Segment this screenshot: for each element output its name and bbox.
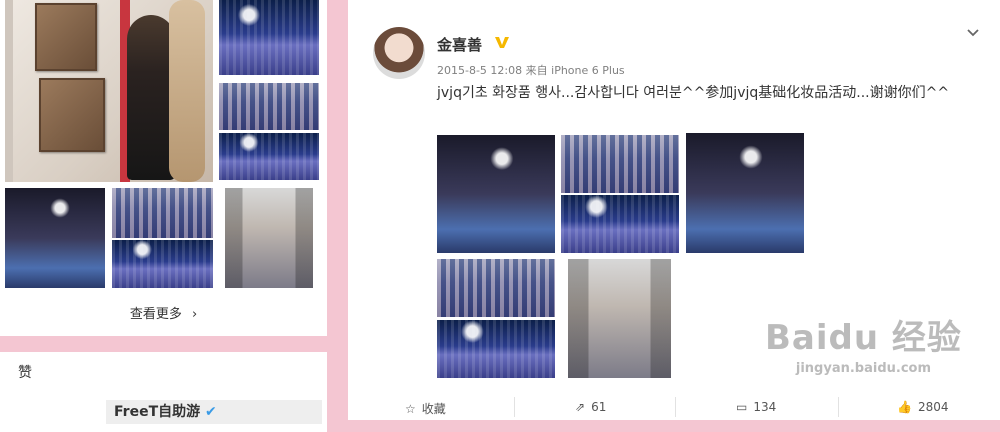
post-image-6[interactable]: [437, 320, 555, 378]
action-divider: [514, 397, 515, 417]
post-meta: 2015-8-5 12:08 来自 iPhone 6 Plus: [437, 62, 625, 78]
post-image-5[interactable]: [437, 259, 555, 317]
view-more-label: 查看更多: [129, 307, 182, 322]
post-text: jvjq기초 화장품 행사...감사합니다 여러분^^参加jvjq基础化妆品活动…: [437, 85, 950, 101]
action-divider: [838, 397, 839, 417]
share-icon: ⇗: [575, 400, 586, 414]
like-section-title: 赞: [18, 365, 32, 381]
post-source[interactable]: iPhone 6 Plus: [551, 64, 625, 77]
baidu-url: jingyan.baidu.com: [795, 361, 932, 376]
star-icon: ☆: [405, 401, 416, 416]
thumb-stage-people[interactable]: [225, 188, 313, 288]
post-username[interactable]: 金喜善: [437, 34, 482, 55]
thumb-crowd-5[interactable]: [112, 240, 213, 288]
post-image-7[interactable]: [568, 259, 671, 378]
post-timestamp[interactable]: 2015-8-5 12:08: [437, 64, 522, 77]
thumb-crowd-4[interactable]: [112, 188, 213, 238]
like-button[interactable]: 👍 2804: [897, 400, 949, 414]
freet-label: FreeT自助游: [114, 404, 201, 420]
thumbs-up-icon: 👍: [897, 400, 912, 414]
chevron-right-icon: ›: [191, 307, 198, 322]
freet-item[interactable]: FreeT自助游 ✔: [106, 400, 322, 424]
comment-count: 134: [753, 400, 777, 414]
guitar-case: [169, 0, 205, 182]
favorite-button[interactable]: ☆ 收藏: [405, 400, 446, 417]
like-count: 2804: [917, 400, 949, 414]
vip-badge-icon: [495, 37, 509, 48]
view-more-link[interactable]: 查看更多 ›: [0, 300, 327, 330]
photo-edge: [5, 0, 13, 182]
post-image-2[interactable]: [561, 135, 679, 193]
thumb-crowd-1[interactable]: [219, 0, 319, 75]
comment-button[interactable]: ▭ 134: [736, 400, 776, 414]
action-divider: [675, 397, 676, 417]
thumb-stage-dark[interactable]: [5, 188, 105, 288]
thumb-crowd-3[interactable]: [219, 133, 319, 180]
comment-icon: ▭: [736, 400, 748, 414]
post-image-4[interactable]: [686, 133, 804, 253]
plaque-top: [35, 3, 97, 71]
post-image-3[interactable]: [561, 195, 679, 253]
thumb-crowd-2[interactable]: [219, 83, 319, 130]
post-source-prefix: 来自: [525, 64, 548, 77]
post-image-1[interactable]: [437, 135, 555, 253]
favorite-label: 收藏: [421, 402, 446, 416]
baidu-watermark: Baidu 经验 jingyan.baidu.com: [765, 310, 962, 376]
woman-figure: [127, 15, 175, 180]
verified-icon: ✔: [205, 404, 217, 420]
baidu-logo-text: Baidu 经验: [765, 318, 962, 358]
photo-wall-plaques[interactable]: [5, 0, 213, 182]
post-menu-chevron-icon[interactable]: [965, 24, 981, 40]
avatar[interactable]: [373, 27, 425, 79]
share-count: 61: [591, 400, 607, 414]
plaque-bottom: [39, 78, 105, 152]
share-button[interactable]: ⇗ 61: [575, 400, 606, 414]
